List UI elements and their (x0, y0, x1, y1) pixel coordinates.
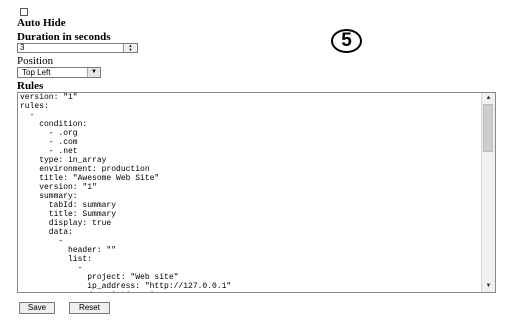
position-select[interactable]: Top Left ▼ (17, 67, 101, 78)
chevron-down-icon[interactable]: ▼ (87, 68, 100, 77)
reset-button[interactable]: Reset (69, 302, 110, 314)
auto-hide-label: Auto Hide (17, 17, 66, 29)
spin-down-arrow-icon[interactable]: ▼ (124, 48, 137, 52)
save-button[interactable]: Save (19, 302, 55, 314)
position-label: Position (17, 55, 54, 67)
duration-value: 3 (20, 43, 25, 52)
scroll-up-arrow-icon[interactable]: ▲ (482, 93, 495, 104)
scrollbar-thumb[interactable] (483, 104, 493, 152)
duration-label: Duration in seconds (17, 31, 111, 43)
rules-textarea[interactable]: version: "1" rules: - condition: - .org … (17, 92, 496, 293)
duration-spin-buttons[interactable]: ▲ ▼ (123, 44, 137, 52)
position-select-value: Top Left (22, 68, 51, 77)
scroll-down-arrow-icon[interactable]: ▼ (482, 281, 495, 292)
rules-label: Rules (17, 80, 44, 92)
duration-spinbox[interactable]: 3 ▲ ▼ (17, 43, 138, 53)
rules-scrollbar[interactable]: ▲ ▼ (481, 93, 495, 292)
step-number-badge: 5 (331, 29, 362, 53)
auto-hide-checkbox[interactable] (20, 8, 28, 16)
rules-text[interactable]: version: "1" rules: - condition: - .org … (20, 93, 479, 292)
